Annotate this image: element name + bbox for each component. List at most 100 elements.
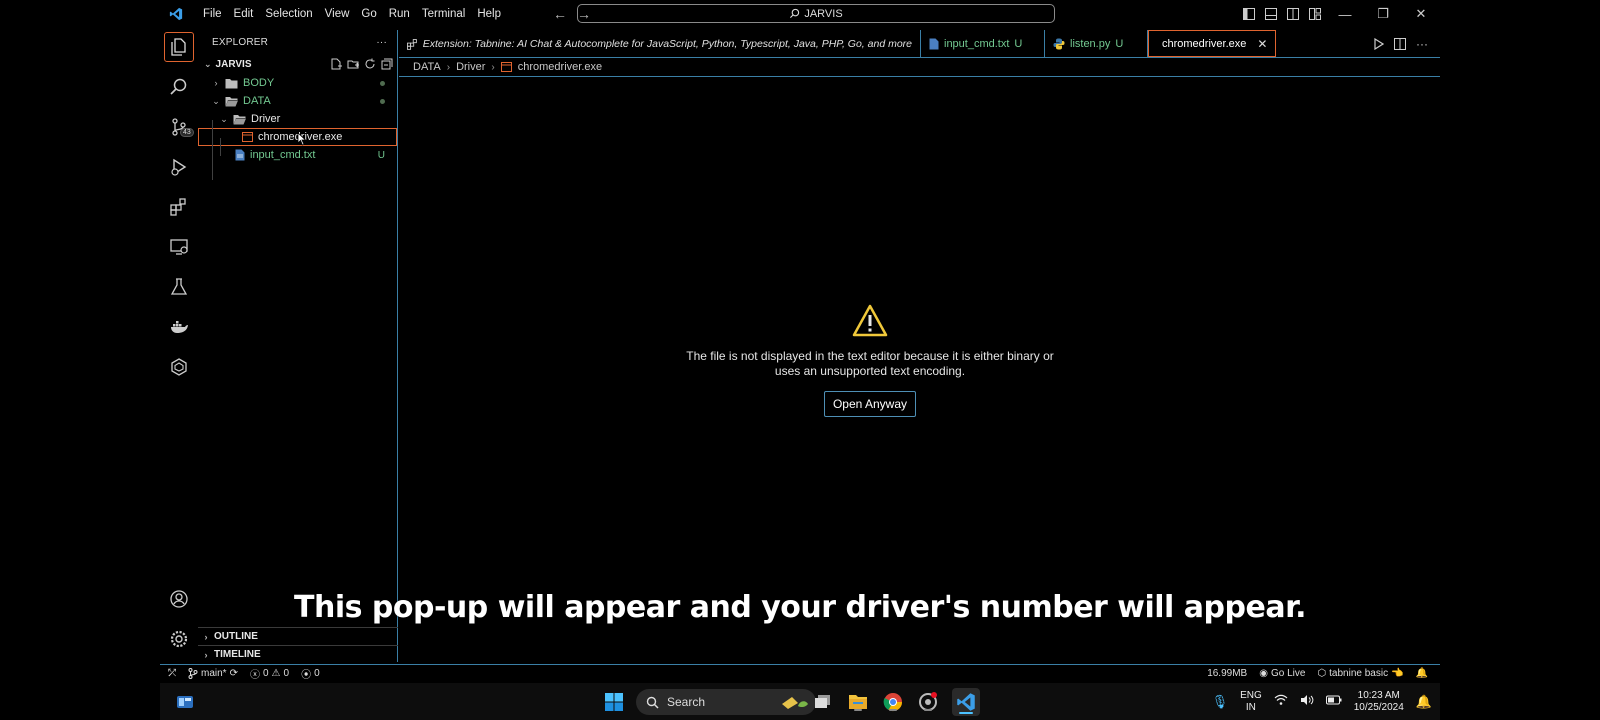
open-anyway-button[interactable]: Open Anyway xyxy=(823,391,917,417)
wifi-icon[interactable] xyxy=(1274,694,1288,709)
back-arrow-icon[interactable]: ← xyxy=(553,6,567,22)
toggle-sidebar-icon[interactable] xyxy=(1238,0,1260,28)
menu-edit[interactable]: Edit xyxy=(228,0,260,28)
notifications-bell-icon[interactable]: 🔔 xyxy=(1410,668,1440,679)
ports-count: 0 xyxy=(314,668,320,679)
tab-chromedriver[interactable]: chromedriver.exe ✕ xyxy=(1148,30,1276,57)
title-controls: — ❐ ✕ xyxy=(1238,0,1440,28)
project-root[interactable]: ⌄ JARVIS xyxy=(198,54,397,74)
breadcrumb-item[interactable]: Driver xyxy=(456,61,485,73)
explorer-icon[interactable] xyxy=(164,32,194,62)
menu-help[interactable]: Help xyxy=(471,0,507,28)
tabnine-status[interactable]: ⬡ tabnine basic 👈 xyxy=(1311,668,1409,679)
command-center[interactable]: JARVIS xyxy=(577,4,1055,23)
chrome-icon[interactable] xyxy=(882,691,904,713)
chevron-right-icon: › xyxy=(204,631,208,642)
menu-terminal[interactable]: Terminal xyxy=(416,0,471,28)
more-actions-icon[interactable]: ··· xyxy=(1416,37,1428,51)
warning-small-icon: ⚠ xyxy=(271,668,281,679)
task-view-icon[interactable] xyxy=(812,691,834,713)
split-editor-icon[interactable] xyxy=(1394,37,1406,50)
tree-file-chromedriver[interactable]: chromedriver.exe xyxy=(198,128,397,146)
app-icon[interactable] xyxy=(917,691,939,713)
tab-input-cmd[interactable]: input_cmd.txt U xyxy=(921,30,1045,57)
volume-icon[interactable] xyxy=(1300,694,1314,709)
extensions-icon[interactable] xyxy=(164,192,194,222)
text-file-icon xyxy=(235,149,245,161)
tab-listen-py[interactable]: listen.py U xyxy=(1045,30,1148,57)
restore-icon[interactable]: ❐ xyxy=(1364,0,1402,28)
close-tab-icon[interactable]: ✕ xyxy=(1257,37,1267,51)
breadcrumb: DATA › Driver › chromedriver.exe xyxy=(413,60,602,74)
collapse-all-icon[interactable] xyxy=(381,58,393,70)
taskbar-search[interactable]: Search xyxy=(636,689,816,715)
modified-dot xyxy=(380,80,385,86)
lang-line: IN xyxy=(1245,701,1256,713)
video-caption: This pop-up will appear and your driver'… xyxy=(294,590,1307,625)
vscode-taskbar-icon[interactable] xyxy=(952,688,980,716)
search-icon xyxy=(790,8,800,19)
folder-open-icon xyxy=(233,114,246,125)
notice-line: The file is not displayed in the text ed… xyxy=(686,349,1054,363)
error-icon: ⓧ xyxy=(249,670,260,681)
mouse-cursor-icon xyxy=(297,132,307,146)
microphone-icon[interactable]: 🎙 xyxy=(1212,694,1229,710)
tab-label: Extension: Tabnine: AI Chat & Autocomple… xyxy=(422,37,912,50)
editor-actions: ··· xyxy=(1374,30,1440,57)
warning-count: 0 xyxy=(283,668,290,679)
tree-folder-data[interactable]: ⌄ DATA xyxy=(198,92,397,110)
toggle-panel-icon[interactable] xyxy=(1260,0,1282,28)
text-file-icon xyxy=(929,38,939,49)
menu-run[interactable]: Run xyxy=(383,0,416,28)
tree-file-input-cmd[interactable]: input_cmd.txt U xyxy=(198,146,397,164)
tab-label: input_cmd.txt xyxy=(944,37,1010,50)
menu-file[interactable]: File xyxy=(197,0,228,28)
language-indicator[interactable]: ENG IN xyxy=(1240,690,1262,714)
folder-open-icon xyxy=(225,96,238,107)
run-icon[interactable] xyxy=(1374,37,1384,50)
indent-guide xyxy=(212,120,213,180)
menu-go[interactable]: Go xyxy=(355,0,382,28)
timeline-section[interactable]: › TIMELINE xyxy=(198,645,398,663)
widgets-icon[interactable] xyxy=(174,691,196,713)
testing-icon[interactable] xyxy=(164,272,194,302)
notification-center-icon[interactable]: 🔔 xyxy=(1416,694,1432,710)
remote-explorer-icon[interactable] xyxy=(164,232,194,262)
run-debug-icon[interactable] xyxy=(164,152,194,182)
clock[interactable]: 10:23 AM 10/25/2024 xyxy=(1354,690,1404,714)
docker-icon[interactable] xyxy=(164,312,194,342)
settings-gear-icon[interactable] xyxy=(164,624,194,654)
start-button-icon[interactable] xyxy=(603,691,625,713)
go-live-button[interactable]: ◉ Go Live xyxy=(1253,668,1311,679)
menu-view[interactable]: View xyxy=(319,0,356,28)
menu-selection[interactable]: Selection xyxy=(259,0,318,28)
customize-layout-icon[interactable] xyxy=(1304,0,1326,28)
new-folder-icon[interactable] xyxy=(347,58,359,70)
breadcrumb-item[interactable]: chromedriver.exe xyxy=(518,61,602,73)
more-actions-icon[interactable]: ··· xyxy=(376,37,387,48)
tree-folder-body[interactable]: › BODY xyxy=(198,74,397,92)
search-icon xyxy=(646,696,659,709)
search-icon[interactable] xyxy=(164,72,194,102)
close-window-icon[interactable]: ✕ xyxy=(1402,0,1440,28)
ports-indicator[interactable]: ⦿ 0 xyxy=(295,666,326,681)
editor-tabs: Extension: Tabnine: AI Chat & Autocomple… xyxy=(399,30,1440,58)
menu-bar: File Edit Selection View Go Run Terminal… xyxy=(197,0,507,28)
chevron-down-icon: ⌄ xyxy=(220,113,228,124)
battery-icon[interactable] xyxy=(1325,695,1342,708)
memory-usage[interactable]: 16.99MB xyxy=(1201,668,1253,679)
breadcrumb-item[interactable]: DATA xyxy=(413,61,441,73)
tree-folder-driver[interactable]: ⌄ Driver xyxy=(198,110,397,128)
branch-indicator[interactable]: main* ⟳ xyxy=(182,668,244,679)
new-file-icon[interactable] xyxy=(330,58,342,70)
outline-section[interactable]: › OUTLINE xyxy=(198,627,398,645)
remote-indicator-icon[interactable]: ⤱ xyxy=(160,668,182,679)
toggle-secondary-sidebar-icon[interactable] xyxy=(1282,0,1304,28)
file-explorer-icon[interactable] xyxy=(847,691,869,713)
minimize-icon[interactable]: — xyxy=(1326,0,1364,28)
refresh-icon[interactable] xyxy=(364,58,376,70)
tabnine-icon[interactable] xyxy=(164,352,194,382)
problems-indicator[interactable]: ⓧ 0 ⚠ 0 xyxy=(244,666,295,681)
tab-extension-tabnine[interactable]: Extension: Tabnine: AI Chat & Autocomple… xyxy=(399,30,921,57)
source-control-icon[interactable]: 43 xyxy=(164,112,194,142)
